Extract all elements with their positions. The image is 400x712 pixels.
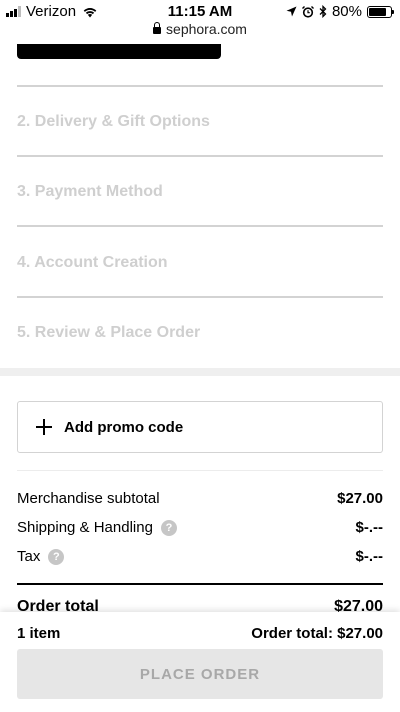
shipping-label-group: Shipping & Handling ? xyxy=(17,519,177,536)
tax-label-group: Tax ? xyxy=(17,548,65,565)
add-promo-code-button[interactable]: Add promo code xyxy=(17,401,383,453)
item-count: 1 item xyxy=(17,625,61,642)
merchandise-subtotal-value: $27.00 xyxy=(337,490,383,507)
bottom-order-total: Order total: $27.00 xyxy=(251,625,383,642)
step-divider xyxy=(17,85,383,87)
battery-percent: 80% xyxy=(331,3,362,20)
step-account-creation[interactable]: 4. Account Creation xyxy=(17,254,168,272)
tax-label: Tax xyxy=(17,548,41,565)
help-icon[interactable]: ? xyxy=(48,548,65,565)
step-review-place-order[interactable]: 5. Review & Place Order xyxy=(17,324,200,342)
step-divider xyxy=(17,155,383,157)
alarm-icon xyxy=(301,5,314,18)
status-bar: Verizon 11:15 AM sephora.com 80% xyxy=(0,0,400,44)
shipping-label: Shipping & Handling xyxy=(17,519,153,536)
bluetooth-icon xyxy=(319,5,327,18)
step-payment-method[interactable]: 3. Payment Method xyxy=(17,183,163,201)
lock-icon xyxy=(153,22,162,34)
plus-icon xyxy=(36,419,52,435)
place-order-button[interactable]: PLACE ORDER xyxy=(17,649,383,699)
sticky-checkout-bar: 1 item Order total: $27.00 PLACE ORDER xyxy=(0,612,400,712)
help-icon[interactable]: ? xyxy=(160,519,177,536)
shipping-value: $-.-- xyxy=(355,519,384,536)
shipping-row: Shipping & Handling ? $-.-- xyxy=(17,519,383,536)
tax-row: Tax ? $-.-- xyxy=(17,548,383,565)
tax-value: $-.-- xyxy=(355,548,384,565)
divider xyxy=(17,470,383,471)
bottom-summary-row: 1 item Order total: $27.00 xyxy=(17,625,383,642)
location-arrow-icon xyxy=(286,6,297,17)
battery-icon xyxy=(367,5,394,18)
url-display[interactable]: sephora.com xyxy=(0,21,400,37)
merchandise-subtotal-label: Merchandise subtotal xyxy=(17,490,160,507)
total-divider xyxy=(17,583,383,585)
url-text: sephora.com xyxy=(166,21,247,37)
section-divider xyxy=(0,368,400,376)
merchandise-subtotal-row: Merchandise subtotal $27.00 xyxy=(17,490,383,507)
step-delivery-gift-options[interactable]: 2. Delivery & Gift Options xyxy=(17,113,210,131)
status-right: 80% xyxy=(286,3,394,20)
step-divider xyxy=(17,296,383,298)
step-divider xyxy=(17,225,383,227)
promo-label: Add promo code xyxy=(64,418,184,436)
